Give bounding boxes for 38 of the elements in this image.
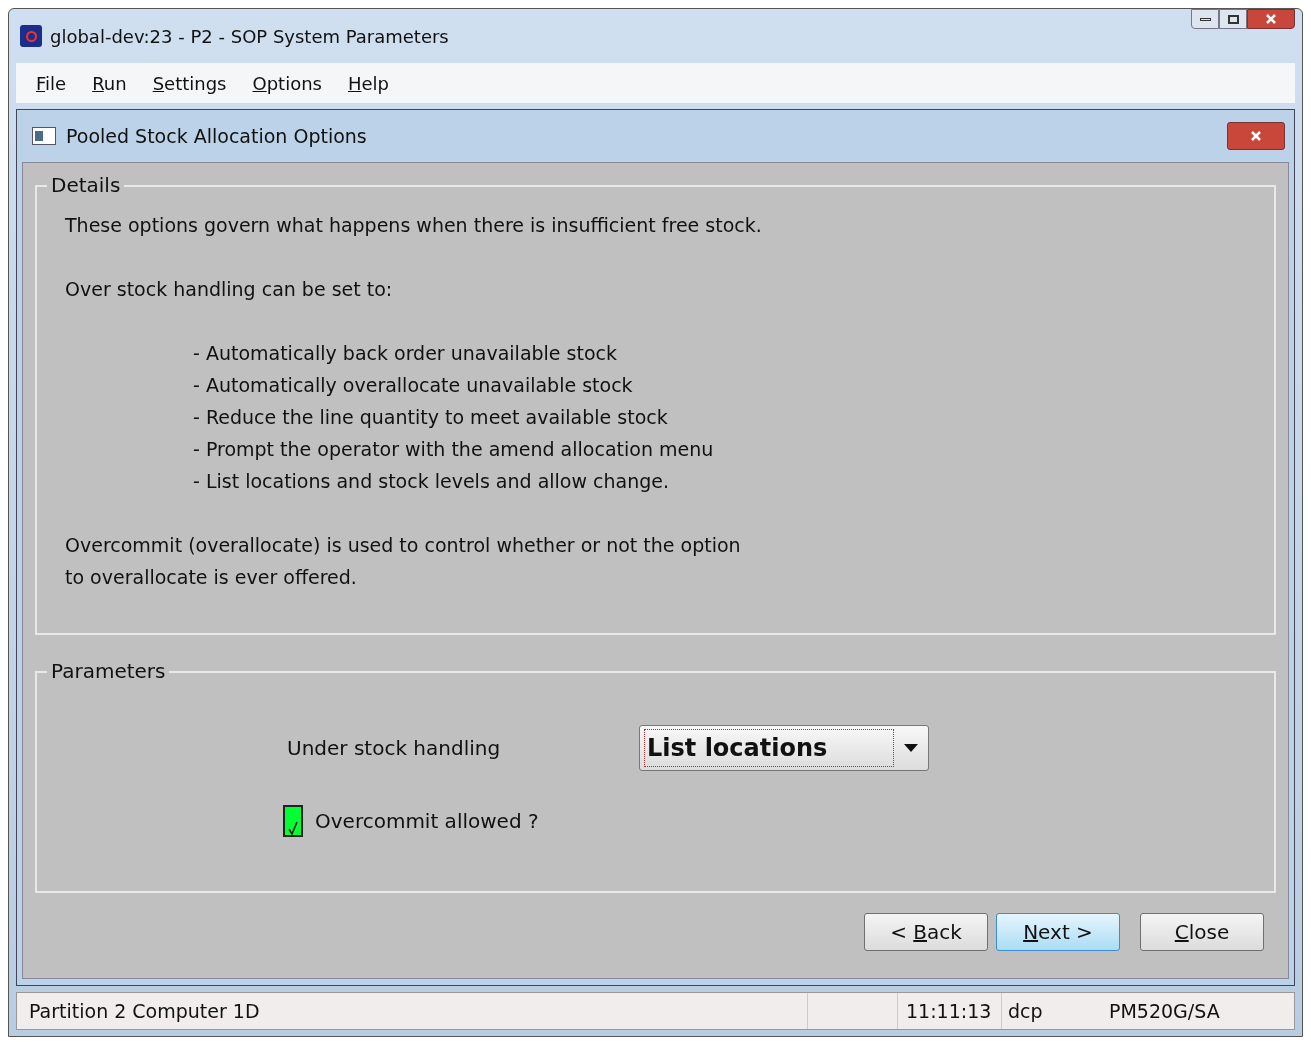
status-time: 11:11:13 <box>897 993 1001 1029</box>
minimize-button[interactable] <box>1191 9 1219 29</box>
intro-text: These options govern what happens when there is insufficient free stock. <box>65 213 763 238</box>
dialog-button[interactable]: Close <box>1140 913 1264 951</box>
dropdown-value: List locations <box>644 729 894 767</box>
dropdown[interactable]: List locations <box>639 725 929 771</box>
maximize-button[interactable] <box>1219 9 1247 29</box>
status-code: PM520G/SA <box>1108 998 1221 1024</box>
option-text: - Automatically overallocate unavailable stock <box>193 373 634 398</box>
window-title: global-dev:23 - P2 - SOP System Parameters <box>50 24 450 49</box>
option-text: - List locations and stock levels and allow change. <box>193 469 670 494</box>
note-text: to overallocate is ever offered. <box>65 565 358 590</box>
dialog-title: Pooled Stock Allocation Options <box>66 123 368 149</box>
option-text: - Prompt the operator with the amend allocation menu <box>193 437 715 462</box>
note-text: Overcommit (overallocate) is used to control whether or not the option <box>65 533 742 558</box>
status-text: Partition 2 Computer 1D <box>28 998 261 1024</box>
checkbox-label: Overcommit allowed ? <box>315 808 539 835</box>
close-button[interactable] <box>1247 9 1295 29</box>
lead-text: Over stock handling can be set to: <box>65 277 394 302</box>
dialog-button[interactable]: < Back <box>864 913 988 951</box>
field-label: Under stock handling <box>287 735 502 762</box>
checkbox[interactable] <box>283 805 303 837</box>
app-icon <box>20 25 42 47</box>
dialog-icon <box>32 127 56 145</box>
menu-item[interactable]: Settings <box>152 69 227 97</box>
check-icon <box>288 821 298 835</box>
option-text: - Reduce the line quantity to meet available stock <box>193 405 669 430</box>
status-user: dcp <box>1001 993 1099 1029</box>
caret-icon <box>904 744 918 752</box>
menu-item[interactable]: File <box>36 69 67 97</box>
close-icon <box>1250 130 1262 142</box>
option-text: - Automatically back order unavailable stock <box>193 341 619 366</box>
menu-item[interactable]: Run <box>92 69 127 97</box>
menu-item[interactable]: Help <box>347 69 390 97</box>
menu-item[interactable]: Options <box>252 69 322 97</box>
close-icon <box>1265 13 1277 25</box>
close-button[interactable] <box>1227 122 1285 150</box>
dialog-button[interactable]: Next > <box>996 913 1120 951</box>
